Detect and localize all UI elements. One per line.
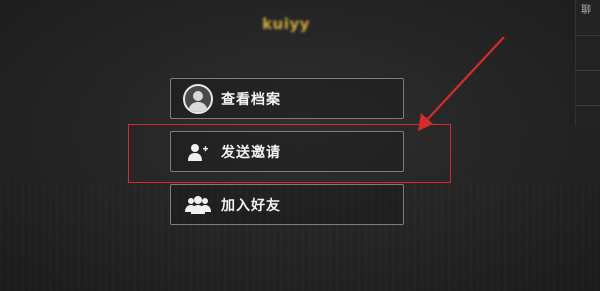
annotation-arrow: [418, 36, 505, 131]
